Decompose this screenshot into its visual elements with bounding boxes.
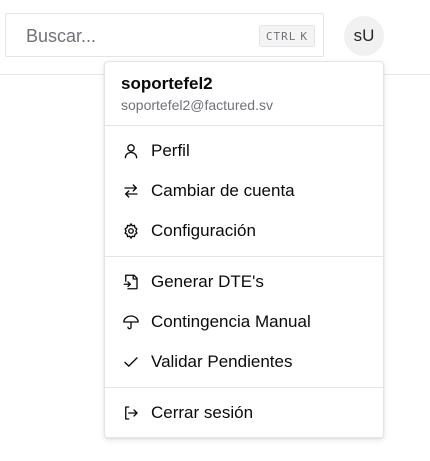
menu-item-contingencia[interactable]: Contingencia Manual: [105, 302, 383, 342]
menu-item-cerrar-sesion[interactable]: Cerrar sesión: [105, 393, 383, 433]
check-icon: [121, 352, 141, 372]
user-email: soportefel2@factured.sv: [121, 97, 273, 113]
logout-icon: [121, 403, 141, 423]
user-dropdown-menu: soportefel2 soportefel2@factured.sv Perf…: [104, 61, 384, 438]
menu-item-label: Cambiar de cuenta: [151, 181, 295, 200]
umbrella-icon: [121, 312, 141, 332]
user-info: soportefel2 soportefel2@factured.sv: [105, 62, 383, 125]
menu-item-label: Configuración: [151, 221, 256, 240]
menu-item-cambiar-cuenta[interactable]: Cambiar de cuenta: [105, 171, 383, 211]
avatar[interactable]: sU: [344, 16, 384, 56]
menu-item-label: Contingencia Manual: [151, 312, 311, 331]
arrows-swap-icon: [121, 181, 141, 201]
menu-item-generar-dte[interactable]: Generar DTE's: [105, 262, 383, 302]
menu-item-configuracion[interactable]: Configuración: [105, 211, 383, 251]
menu-item-label: Generar DTE's: [151, 272, 264, 291]
user-name: soportefel2: [121, 74, 213, 93]
file-input-icon: [121, 272, 141, 292]
actions-group: Generar DTE's Contingencia Manual Valida…: [105, 257, 383, 387]
menu-item-label: Validar Pendientes: [151, 352, 293, 371]
menu-item-perfil[interactable]: Perfil: [105, 131, 383, 171]
logout-group: Cerrar sesión: [105, 388, 383, 438]
shortcut-key-ctrl: CTRL: [265, 30, 297, 43]
search-input[interactable]: Buscar... CTRL K: [5, 13, 324, 57]
menu-item-label: Perfil: [151, 141, 190, 160]
account-group: Perfil Cambiar de cuenta Configuración: [105, 126, 383, 256]
menu-item-label: Cerrar sesión: [151, 403, 254, 422]
shortcut-key-k: K: [300, 30, 308, 43]
gear-icon: [121, 221, 141, 241]
search-shortcut-badge: CTRL K: [258, 25, 315, 47]
search-placeholder: Buscar...: [26, 26, 97, 46]
menu-item-validar-pendientes[interactable]: Validar Pendientes: [105, 342, 383, 382]
user-icon: [121, 141, 141, 161]
